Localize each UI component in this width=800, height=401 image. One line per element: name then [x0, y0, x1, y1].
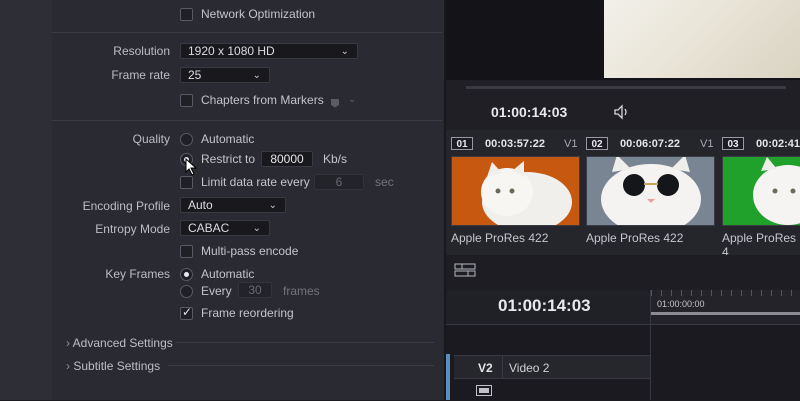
- chevron-right-icon: ›: [66, 336, 70, 350]
- viewer-image: [604, 0, 800, 78]
- clip-name: Apple ProRes 422: [586, 231, 684, 245]
- chapters-label: Chapters from Markers: [201, 93, 324, 107]
- quality-automatic-label: Automatic: [201, 132, 255, 146]
- advanced-settings-label: Advanced Settings: [72, 336, 173, 350]
- frame-rate-label: Frame rate: [111, 68, 170, 82]
- track-header-v2[interactable]: V2 Video 2: [454, 355, 650, 379]
- resolution-label: Resolution: [113, 44, 170, 58]
- key-frames-unit: frames: [283, 284, 320, 298]
- chevron-right-icon: ›: [66, 359, 70, 373]
- chevron-down-icon[interactable]: ⌄: [348, 94, 356, 105]
- ruler-start-label: 01:00:00:00: [657, 299, 705, 309]
- frame-rate-value: 25: [188, 68, 202, 82]
- chevron-down-icon: ⌄: [340, 46, 349, 57]
- encoding-profile-select[interactable]: Auto ⌄: [180, 197, 286, 213]
- clip-index: 01: [451, 137, 473, 150]
- marker-icon[interactable]: [330, 95, 340, 108]
- timeline-ruler[interactable]: 01:00:00:00: [650, 290, 800, 324]
- key-frames-every-radio[interactable]: [180, 285, 193, 298]
- key-frames-automatic-label: Automatic: [201, 267, 255, 281]
- divider: [502, 356, 503, 378]
- timeline-playhead-bar[interactable]: [651, 312, 800, 315]
- limit-data-rate-label: Limit data rate every: [201, 175, 310, 189]
- clip-thumbnail[interactable]: [722, 156, 800, 226]
- cat-sunglasses-image: [587, 157, 714, 225]
- network-optimization-label: Network Optimization: [201, 7, 316, 21]
- divider: [446, 324, 800, 325]
- network-optimization-checkbox[interactable]: [180, 8, 193, 21]
- quality-automatic-radio[interactable]: [180, 133, 193, 146]
- clip-timecode: 00:02:41: [756, 138, 800, 150]
- bitrate-input[interactable]: 80000: [261, 151, 313, 167]
- clip-thumbnail[interactable]: [451, 156, 580, 226]
- bitrate-unit: Kb/s: [323, 152, 348, 166]
- subtitle-settings-toggle[interactable]: › Subtitle Settings: [66, 359, 160, 373]
- clip-index: 02: [586, 137, 608, 150]
- encoding-profile-label: Encoding Profile: [82, 199, 170, 213]
- divider: [52, 32, 442, 33]
- quality-label: Quality: [132, 132, 170, 146]
- clip-timecode: 00:03:57:22: [485, 138, 545, 150]
- frame-reordering-label: Frame reordering: [201, 306, 294, 320]
- speaker-icon[interactable]: [613, 104, 631, 120]
- advanced-settings-toggle[interactable]: › Advanced Settings: [66, 336, 173, 350]
- divider: [176, 342, 434, 343]
- divider: [52, 120, 442, 121]
- divider: [650, 324, 651, 400]
- multipass-checkbox[interactable]: [180, 245, 193, 258]
- film-icon[interactable]: [476, 383, 492, 396]
- encoding-profile-value: Auto: [188, 198, 213, 212]
- track-id: V2: [478, 361, 493, 375]
- key-frames-count-input[interactable]: 30: [238, 282, 272, 298]
- entropy-mode-label: Entropy Mode: [95, 222, 170, 236]
- timeline-toolbar: [446, 255, 800, 290]
- subtitle-settings-label: Subtitle Settings: [73, 359, 161, 373]
- chapters-checkbox[interactable]: [180, 94, 193, 107]
- key-frames-every-label: Every: [201, 284, 232, 298]
- clip-track: V1: [700, 138, 714, 150]
- entropy-mode-value: CABAC: [188, 221, 230, 235]
- key-frames-automatic-radio[interactable]: [180, 268, 193, 281]
- viewer-timecode: 01:00:14:03: [491, 104, 568, 120]
- chevron-down-icon: ⌄: [252, 223, 261, 234]
- timeline-view-icon[interactable]: [454, 263, 476, 277]
- clip-thumbnail[interactable]: [586, 156, 715, 226]
- limit-unit: sec: [375, 175, 394, 189]
- divider: [168, 365, 434, 366]
- timeline-timecode: 01:00:14:03: [498, 296, 591, 315]
- resolution-value: 1920 x 1080 HD: [188, 44, 275, 58]
- scrubber-track[interactable]: [466, 86, 786, 89]
- track-accent: [446, 354, 450, 400]
- transport-bar: 01:00:14:03: [446, 80, 800, 130]
- timeline-tracks: V2 Video 2: [446, 324, 800, 400]
- frame-reordering-checkbox[interactable]: [180, 305, 193, 320]
- quality-restrict-label: Restrict to: [201, 152, 256, 166]
- limit-data-rate-checkbox[interactable]: [180, 176, 193, 189]
- white-cat-image: [452, 157, 579, 225]
- entropy-mode-select[interactable]: CABAC ⌄: [180, 220, 270, 236]
- clip-name: Apple ProRes 422: [451, 231, 549, 245]
- panel-gutter: [0, 0, 52, 400]
- key-frames-label: Key Frames: [105, 267, 170, 281]
- chevron-down-icon: ⌄: [268, 200, 277, 211]
- frame-rate-select[interactable]: 25 ⌄: [180, 67, 270, 83]
- track-name: Video 2: [509, 361, 550, 375]
- clip-timecode: 00:06:07:22: [620, 138, 680, 150]
- mouse-pointer-icon: [185, 157, 199, 176]
- multipass-label: Multi-pass encode: [201, 244, 299, 258]
- limit-seconds-input[interactable]: 6: [314, 174, 364, 190]
- timeline-header: 01:00:14:03 01:00:00:00: [446, 290, 800, 324]
- chevron-down-icon: ⌄: [252, 70, 261, 81]
- clip-index: 03: [722, 137, 744, 150]
- ruler-ticks: [651, 290, 800, 296]
- resolution-select[interactable]: 1920 x 1080 HD ⌄: [180, 43, 358, 59]
- clip-track: V1: [564, 138, 578, 150]
- white-cat-green-image: [723, 157, 800, 225]
